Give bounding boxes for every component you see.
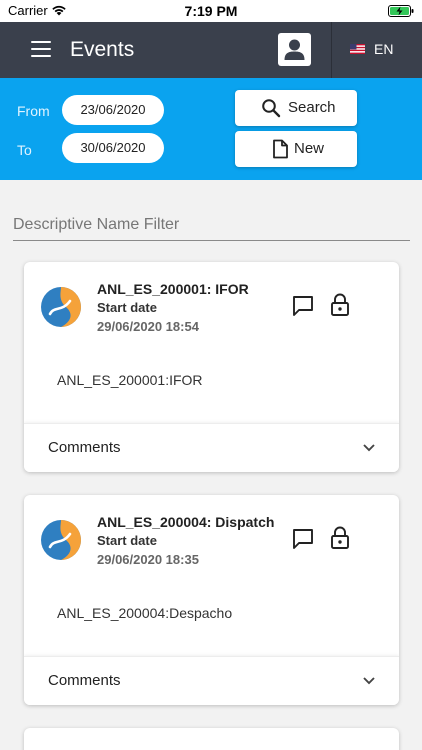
comments-expander[interactable]: Comments xyxy=(24,423,399,472)
name-filter-field xyxy=(13,210,410,241)
app-bar: Events EN xyxy=(0,22,422,78)
status-bar: Carrier 7:19 PM xyxy=(0,0,422,22)
from-label: From xyxy=(17,103,50,119)
start-date-label: Start date xyxy=(97,300,157,315)
comments-label: Comments xyxy=(48,672,121,689)
us-flag-icon xyxy=(350,44,365,54)
new-event-button[interactable]: New xyxy=(235,131,357,167)
from-date-field[interactable]: 23/06/2020 xyxy=(62,95,164,125)
document-icon xyxy=(273,139,288,159)
language-label: EN xyxy=(374,41,394,57)
event-title: ANL_ES_200001: IFOR xyxy=(97,281,249,297)
clock: 7:19 PM xyxy=(184,3,238,19)
app-logo-icon xyxy=(41,287,81,327)
event-description: ANL_ES_200004:Despacho xyxy=(57,605,233,621)
to-label: To xyxy=(17,142,32,158)
date-filter-bar: From 23/06/2020 To 30/06/2020 Search New xyxy=(0,78,422,180)
lock-icon[interactable] xyxy=(330,526,350,550)
start-date-value: 29/06/2020 18:35 xyxy=(97,552,199,567)
comments-label: Comments xyxy=(48,439,121,456)
page-title: Events xyxy=(70,38,135,61)
chevron-down-icon xyxy=(363,444,375,452)
search-button-label: Search xyxy=(288,99,336,116)
event-card-partial[interactable] xyxy=(24,728,399,750)
name-filter-input[interactable] xyxy=(13,210,410,240)
battery-charging-icon xyxy=(388,5,414,17)
new-button-label: New xyxy=(294,140,325,157)
user-icon xyxy=(284,39,305,60)
app-logo-icon xyxy=(41,520,81,560)
lock-icon[interactable] xyxy=(330,293,350,317)
event-title: ANL_ES_200004: Dispatch xyxy=(97,514,275,530)
start-date-value: 29/06/2020 18:54 xyxy=(97,319,199,334)
event-description: ANL_ES_200001:IFOR xyxy=(57,372,203,388)
comments-expander[interactable]: Comments xyxy=(24,656,399,705)
start-date-label: Start date xyxy=(97,533,157,548)
app-bar-divider xyxy=(331,22,332,78)
event-card[interactable]: ANL_ES_200004: Dispatch Start date 29/06… xyxy=(24,495,399,705)
chevron-down-icon xyxy=(363,677,375,685)
search-button[interactable]: Search xyxy=(235,90,357,126)
comment-icon[interactable] xyxy=(292,295,314,317)
event-card[interactable]: ANL_ES_200001: IFOR Start date 29/06/202… xyxy=(24,262,399,472)
comment-icon[interactable] xyxy=(292,528,314,550)
menu-icon[interactable] xyxy=(31,41,51,57)
user-profile-button[interactable] xyxy=(278,33,311,66)
to-date-field[interactable]: 30/06/2020 xyxy=(62,133,164,163)
search-icon xyxy=(262,99,281,118)
